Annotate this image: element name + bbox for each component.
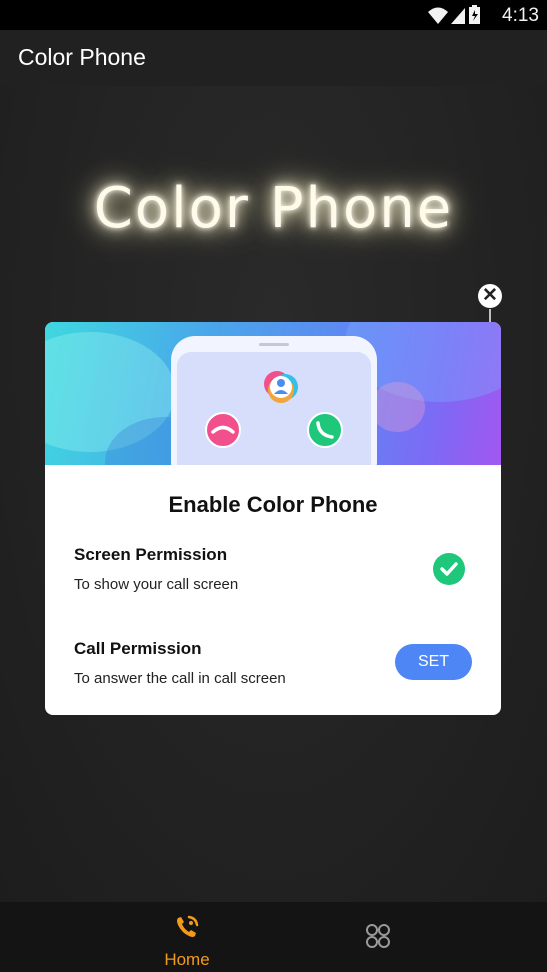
phone-call-icon — [177, 915, 199, 937]
bottom-navigation: Home — [0, 902, 547, 972]
wifi-icon — [428, 7, 448, 24]
set-call-permission-button[interactable]: SET — [395, 644, 472, 680]
battery-icon — [469, 5, 480, 24]
checkmark-icon — [433, 553, 465, 585]
nav-home-label: Home — [164, 950, 210, 969]
status-time: 4:13 — [502, 5, 539, 26]
call-permission-title: Call Permission — [74, 639, 202, 658]
close-dialog-button[interactable]: ✕ — [478, 284, 502, 308]
dialog-banner-illustration — [45, 322, 501, 465]
app-bar: Color Phone — [0, 30, 547, 86]
close-connector-line — [489, 309, 491, 323]
themes-grid-icon — [366, 924, 390, 948]
status-icons — [427, 4, 483, 31]
accept-call-icon — [307, 412, 343, 448]
signal-icon — [451, 8, 465, 24]
screen-permission-title: Screen Permission — [74, 545, 228, 564]
hero-glow-title: Color Phone — [93, 176, 454, 241]
nav-item-themes[interactable] — [362, 920, 394, 952]
app-title: Color Phone — [18, 44, 146, 70]
screen-permission-description: To show your call screen — [74, 576, 239, 593]
dialog-title: Enable Color Phone — [168, 492, 378, 517]
reject-call-icon — [205, 412, 241, 448]
call-permission-description: To answer the call in call screen — [74, 670, 286, 687]
nav-item-home[interactable]: Home — [150, 910, 224, 969]
status-bar: 4:13 — [0, 0, 547, 30]
permission-dialog: Enable Color Phone Screen Permission To … — [45, 322, 501, 715]
close-icon: ✕ — [482, 285, 498, 306]
main-content: Color Phone ✕ Enable Color Phone Screen … — [0, 86, 547, 902]
